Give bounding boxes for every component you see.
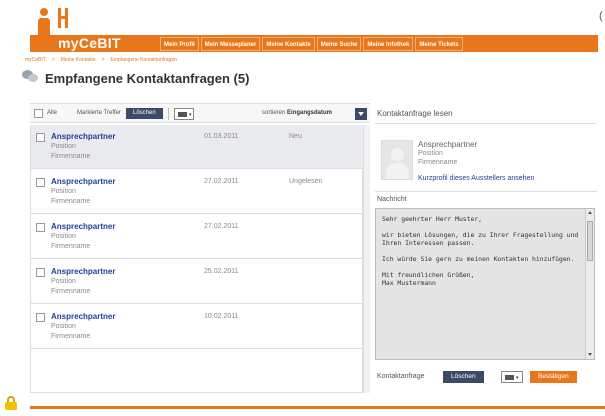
scroll-up-icon[interactable]	[588, 211, 592, 214]
sort-label: sortieren Eingangsdatum	[262, 110, 332, 116]
scroll-thumb[interactable]	[587, 221, 593, 261]
action-label: Kontaktanfrage	[377, 373, 425, 380]
message-date: 27.02.2011	[204, 223, 239, 230]
message-contact-company: Firmenname	[51, 243, 91, 250]
tab-messeplaner[interactable]: Mein Messeplaner	[200, 37, 261, 51]
lock-icon	[4, 396, 18, 410]
message-row[interactable]: Ansprechpartner Position Firmenname 10.02.2…	[31, 305, 364, 349]
message-checkbox[interactable]	[36, 313, 45, 322]
message-date: 10.02.2011	[204, 313, 239, 320]
brand-name[interactable]: myCeBIT	[58, 35, 121, 52]
message-row[interactable]: Ansprechpartner Position Firmenname 01.03.2…	[31, 125, 364, 169]
message-row[interactable]: Ansprechpartner Position Firmenname 27.02.2…	[31, 215, 364, 259]
sort-label-text: sortieren	[262, 110, 286, 116]
message-row[interactable]: Ansprechpartner Position Firmenname 25.02.2…	[31, 260, 364, 304]
breadcrumb-separator: >	[51, 57, 55, 63]
tab-suche[interactable]: Meine Suche	[316, 37, 362, 51]
breadcrumb-item[interactable]: Meine Kontakte	[61, 57, 96, 63]
message-status: Ungelesen	[289, 178, 323, 185]
message-checkbox[interactable]	[36, 133, 45, 142]
message-contact-position: Position	[51, 188, 76, 195]
message-checkbox[interactable]	[36, 268, 45, 277]
print-icon[interactable]: ▾	[174, 108, 194, 120]
message-row[interactable]: Ansprechpartner Position Firmenname 27.02.2…	[31, 170, 364, 214]
breadcrumb-item: Empfangene Kontaktanfragen	[110, 57, 177, 63]
message-date: 27.02.2011	[204, 178, 239, 185]
message-status: Neu	[289, 133, 302, 140]
message-contact-company: Firmenname	[51, 288, 91, 295]
confirm-request-button[interactable]: Bestätigen	[530, 371, 577, 383]
scroll-down-icon[interactable]	[588, 353, 592, 356]
message-contact-name[interactable]: Ansprechpartner	[51, 267, 115, 276]
contacts-icon	[22, 68, 38, 84]
message-header: Nachricht	[375, 191, 597, 207]
select-all-checkbox[interactable]	[34, 109, 43, 118]
message-textarea[interactable]: Sehr geehrter Herr Muster, wir bieten Lö…	[375, 208, 595, 360]
logo-mark-icon	[58, 8, 68, 28]
message-contact-position: Position	[51, 278, 76, 285]
app-window: myCeBIT Mein Profil Mein Messeplaner Mei…	[0, 0, 605, 416]
message-contact-position: Position	[51, 323, 76, 330]
detail-header: Kontaktanfrage lesen	[375, 104, 597, 124]
breadcrumb-separator: >	[101, 57, 105, 63]
print-icon[interactable]: ▾	[501, 371, 523, 383]
message-list: Ansprechpartner Position Firmenname 01.03.2…	[30, 125, 364, 393]
message-date: 25.02.2011	[204, 268, 239, 275]
list-toolbar: Alle Markierte Treffer Löschen ▾ sortier…	[30, 103, 370, 123]
message-contact-name[interactable]: Ansprechpartner	[51, 312, 115, 321]
message-contact-position: Position	[51, 143, 76, 150]
marked-items-label: Markierte Treffer	[77, 110, 121, 116]
message-contact-company: Firmenname	[51, 333, 91, 340]
breadcrumb-item[interactable]: myCeBIT	[25, 57, 46, 63]
tab-tickets[interactable]: Meine Tickets	[415, 37, 463, 51]
window-corner-glyph: (	[599, 10, 603, 22]
message-checkbox[interactable]	[36, 223, 45, 232]
delete-request-button[interactable]: Löschen	[443, 371, 484, 383]
footer-bar	[30, 406, 605, 409]
breadcrumb: myCeBIT > Meine Kontakte > Empfangene Ko…	[25, 57, 177, 63]
message-text: Sehr geehrter Herr Muster, wir bieten Lö…	[382, 215, 579, 287]
detail-title: Kontaktanfrage lesen	[377, 109, 453, 118]
delete-marked-button[interactable]: Löschen	[126, 108, 163, 119]
message-scrollbar[interactable]	[585, 209, 594, 359]
sort-value[interactable]: Eingangsdatum	[287, 110, 332, 116]
select-all-label: Alle	[47, 110, 58, 116]
message-contact-company: Firmenname	[51, 153, 91, 160]
main-nav: Mein Profil Mein Messeplaner Meine Konta…	[160, 37, 463, 51]
exhibitor-profile-link[interactable]: Kurzprofil dieses Ausstellers ansehen	[418, 175, 534, 182]
list-scrollbar[interactable]	[363, 125, 370, 393]
detail-contact-company: Firmenname	[418, 159, 458, 166]
message-contact-name[interactable]: Ansprechpartner	[51, 177, 115, 186]
avatar-icon	[381, 140, 413, 180]
detail-contact-position: Position	[418, 150, 443, 157]
message-contact-name[interactable]: Ansprechpartner	[51, 132, 115, 141]
detail-contact-name: Ansprechpartner	[418, 140, 478, 149]
page-title: Empfangene Kontaktanfragen (5)	[45, 71, 250, 86]
toolbar-divider	[168, 108, 169, 120]
tab-profil[interactable]: Mein Profil	[160, 37, 199, 51]
tab-infothek[interactable]: Meine Infothek	[363, 37, 414, 51]
message-checkbox[interactable]	[36, 178, 45, 187]
chevron-down-icon[interactable]	[355, 108, 367, 120]
message-contact-name[interactable]: Ansprechpartner	[51, 222, 115, 231]
tab-kontakte[interactable]: Meine Kontakte	[262, 37, 315, 51]
detail-actions: Kontaktanfrage Löschen ▾ Bestätigen	[375, 368, 597, 388]
message-label: Nachricht	[377, 196, 407, 203]
message-date: 01.03.2011	[204, 133, 239, 140]
message-contact-position: Position	[51, 233, 76, 240]
message-contact-company: Firmenname	[51, 198, 91, 205]
